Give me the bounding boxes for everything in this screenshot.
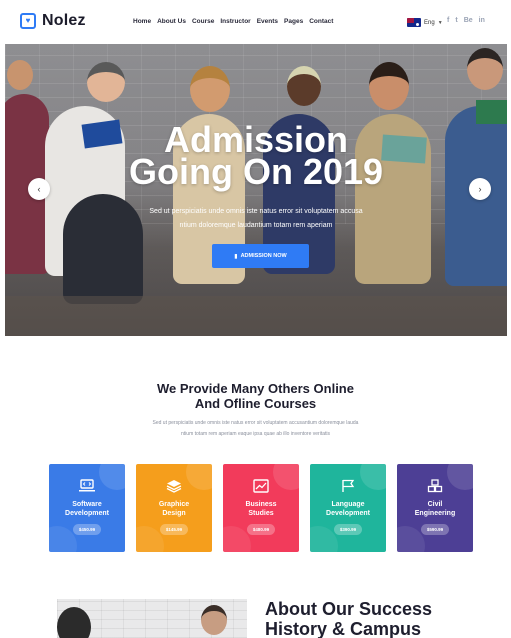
- layers-icon: [165, 477, 183, 495]
- course-name-line1: Business: [245, 501, 277, 508]
- heart-book-icon: ♥: [20, 13, 36, 29]
- australia-flag-icon: [407, 18, 421, 27]
- language-selector[interactable]: Eng ▼: [407, 18, 443, 27]
- twitter-icon[interactable]: t: [455, 17, 457, 24]
- nav-item-contact[interactable]: Contact: [309, 18, 333, 25]
- nav-item-course[interactable]: Course: [192, 18, 214, 25]
- nav-item-home[interactable]: Home: [133, 18, 151, 25]
- behance-icon[interactable]: Be: [464, 17, 473, 24]
- course-price: $480.99: [246, 524, 276, 535]
- language-label: Eng: [424, 19, 435, 26]
- nav-item-about[interactable]: About Us: [157, 18, 186, 25]
- course-name-line1: Software: [72, 501, 102, 508]
- document-icon: ▮: [234, 253, 238, 260]
- hero-subtitle-line1: Sed ut perspiciatis unde omnis iste natu…: [149, 208, 363, 215]
- nav-item-instructor[interactable]: Instructor: [220, 18, 250, 25]
- logo[interactable]: ♥ Nolez: [20, 12, 86, 30]
- flag-icon: [339, 477, 357, 495]
- hero-title-line2: Going On 2019: [128, 151, 384, 192]
- site-header: ♥ Nolez Home About Us Course Instructor …: [0, 0, 511, 44]
- course-card-language[interactable]: Language Development $390.99: [310, 464, 386, 552]
- course-name-line2: Design: [162, 510, 186, 517]
- chevron-left-icon: ‹: [37, 184, 41, 194]
- about-title-line1: About Our Success: [265, 599, 433, 619]
- admission-button-label: ADMISSION NOW: [240, 253, 287, 259]
- admission-now-button[interactable]: ▮ ADMISSION NOW: [212, 244, 309, 268]
- courses-title-line2: And Ofline Courses: [194, 396, 317, 411]
- course-card-graphic[interactable]: Graphice Design $145.99: [136, 464, 212, 552]
- course-card-civil[interactable]: Civil Engineering $590.99: [397, 464, 473, 552]
- course-name-line2: Development: [326, 510, 370, 517]
- hero-subtitle-line2: ntium doloremque laudantium totam rem ap…: [179, 222, 333, 229]
- course-price: $390.99: [333, 524, 363, 535]
- brand-name: Nolez: [42, 12, 86, 29]
- course-name-line2: Development: [65, 510, 109, 517]
- course-name-line1: Civil: [427, 501, 443, 508]
- course-name-line2: Studies: [248, 510, 274, 517]
- course-card-business[interactable]: Business Studies $480.99: [223, 464, 299, 552]
- main-nav: Home About Us Course Instructor Events P…: [133, 18, 333, 25]
- course-price: $450.99: [72, 524, 102, 535]
- course-price: $590.99: [420, 524, 450, 535]
- chevron-right-icon: ›: [478, 184, 482, 194]
- facebook-icon[interactable]: f: [447, 17, 449, 24]
- about-campus-photo: [57, 599, 247, 638]
- hero-slider: Admission Going On 2019 Sed ut perspicia…: [5, 44, 507, 336]
- cubes-icon: [426, 477, 444, 495]
- courses-title-line1: We Provide Many Others Online: [157, 381, 354, 396]
- laptop-code-icon: [78, 477, 96, 495]
- social-links: f t Be in: [447, 17, 485, 24]
- nav-item-events[interactable]: Events: [257, 18, 278, 25]
- courses-desc-line1: Sed ut perspiciatis unde omnis iste natu…: [152, 420, 359, 426]
- course-name-line1: Graphice: [158, 501, 190, 508]
- nav-item-pages[interactable]: Pages: [284, 18, 303, 25]
- slider-prev-button[interactable]: ‹: [28, 178, 50, 200]
- course-card-software[interactable]: Software Development $450.99: [49, 464, 125, 552]
- course-cards: Software Development $450.99 Graphice Desi…: [49, 464, 473, 552]
- course-name-line1: Language: [331, 501, 365, 508]
- slider-next-button[interactable]: ›: [469, 178, 491, 200]
- about-title: About Our Success History & Campus: [265, 599, 432, 638]
- course-price: $145.99: [159, 524, 189, 535]
- courses-desc-line2: ntium totam rem aperiam eaque ipsa quae …: [181, 431, 330, 437]
- chevron-down-icon: ▼: [437, 19, 443, 26]
- linkedin-icon[interactable]: in: [479, 17, 485, 24]
- about-title-line2: History & Campus: [265, 619, 422, 638]
- chart-trend-icon: [252, 477, 270, 495]
- course-name-line2: Engineering: [414, 510, 456, 517]
